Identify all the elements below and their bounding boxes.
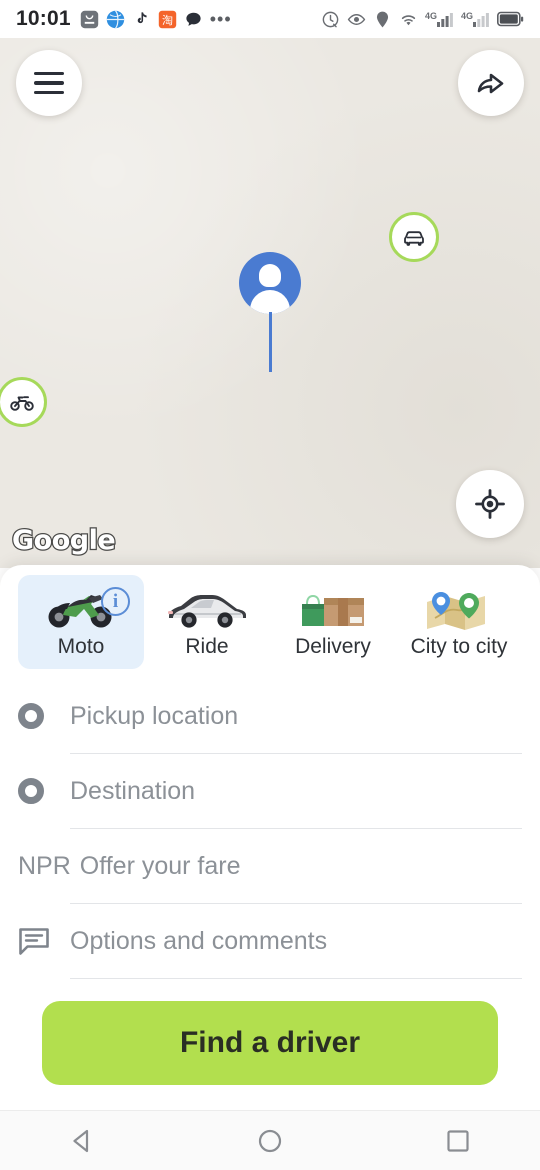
- motorcycle-icon: [10, 396, 34, 411]
- menu-button[interactable]: [16, 50, 82, 116]
- pickup-location-input[interactable]: Pickup location: [70, 702, 238, 731]
- destination-row[interactable]: Destination: [18, 754, 522, 828]
- order-sheet: Moto i Ride Delivery City to city Pickup…: [0, 565, 540, 1110]
- taobao-icon: 淘: [158, 10, 176, 28]
- appgallery-icon: [80, 10, 98, 28]
- options-comments-input[interactable]: Options and comments: [70, 927, 327, 956]
- user-location-marker[interactable]: [239, 252, 301, 314]
- user-marker-stem: [268, 312, 272, 372]
- order-form: Pickup location Destination NPR Offer yo…: [0, 679, 540, 1085]
- signal-4g-one-icon: 4G: [425, 11, 454, 27]
- nearby-car-marker[interactable]: [389, 212, 439, 262]
- pickup-location-row[interactable]: Pickup location: [18, 679, 522, 753]
- avatar-body: [250, 290, 290, 314]
- status-time: 10:01: [16, 7, 71, 30]
- map-emoji-icon: [421, 587, 497, 631]
- moto-info-icon[interactable]: i: [101, 587, 130, 616]
- my-location-button[interactable]: [456, 470, 524, 538]
- comment-bubble-icon: [18, 926, 70, 956]
- recents-square-icon: [447, 1129, 469, 1152]
- google-attribution: Google: [11, 524, 117, 558]
- chat-icon: [186, 12, 201, 26]
- avatar-head: [259, 264, 281, 287]
- alarm-icon: [322, 11, 339, 27]
- eye-care-icon: [347, 13, 366, 25]
- options-comments-row[interactable]: Options and comments: [18, 904, 522, 978]
- car-icon: [404, 231, 424, 246]
- tab-delivery[interactable]: Delivery: [270, 575, 396, 669]
- more-dots-icon: •••: [209, 9, 232, 29]
- svg-text:淘: 淘: [162, 13, 173, 26]
- location-icon: [376, 11, 389, 27]
- cta-container: Find a driver: [18, 979, 522, 1085]
- home-circle-icon: [258, 1129, 282, 1152]
- map-canvas[interactable]: Google: [0, 38, 540, 568]
- nav-back-button[interactable]: [59, 1118, 105, 1164]
- my-location-icon: [475, 489, 505, 519]
- fare-input[interactable]: Offer your fare: [80, 852, 241, 881]
- phone-screen: 10:01 淘 ••• 4G 4G Google Moto i Ride Del…: [0, 0, 540, 1170]
- browser-icon: [106, 9, 124, 29]
- share-arrow-icon: [477, 73, 504, 94]
- android-nav-bar: [0, 1110, 540, 1170]
- battery-icon: [497, 11, 524, 27]
- tab-label: Delivery: [295, 635, 371, 658]
- service-tabs: Moto i Ride Delivery City to city: [0, 565, 540, 669]
- wifi-icon: [401, 14, 416, 25]
- tab-label: Ride: [185, 635, 229, 658]
- package-emoji-icon: [294, 587, 372, 631]
- nav-home-button[interactable]: [247, 1118, 293, 1164]
- status-app-icons: 淘 •••: [80, 9, 232, 29]
- tiktok-icon: [137, 11, 147, 23]
- tab-label: City to city: [410, 635, 508, 658]
- fare-currency-label: NPR: [18, 851, 71, 880]
- find-a-driver-button[interactable]: Find a driver: [42, 1001, 498, 1085]
- signal-4g-two-icon: 4G: [461, 11, 490, 27]
- destination-dot-icon: [18, 778, 70, 804]
- status-bar: 10:01 淘 ••• 4G 4G: [0, 0, 540, 38]
- tab-moto[interactable]: Moto i: [18, 575, 144, 669]
- status-system-icons: 4G 4G: [321, 10, 524, 29]
- pickup-dot-icon: [18, 703, 70, 729]
- tab-city-to-city[interactable]: City to city: [396, 575, 522, 669]
- tab-ride[interactable]: Ride: [144, 575, 270, 669]
- hamburger-menu-icon: [34, 71, 64, 95]
- back-triangle-icon: [73, 1129, 89, 1152]
- share-button[interactable]: [458, 50, 524, 116]
- destination-input[interactable]: Destination: [70, 777, 195, 806]
- fare-row[interactable]: NPR Offer your fare: [18, 829, 522, 903]
- tab-label: Moto: [57, 635, 105, 658]
- nav-recents-button[interactable]: [435, 1118, 481, 1164]
- car-emoji-icon: [163, 587, 251, 631]
